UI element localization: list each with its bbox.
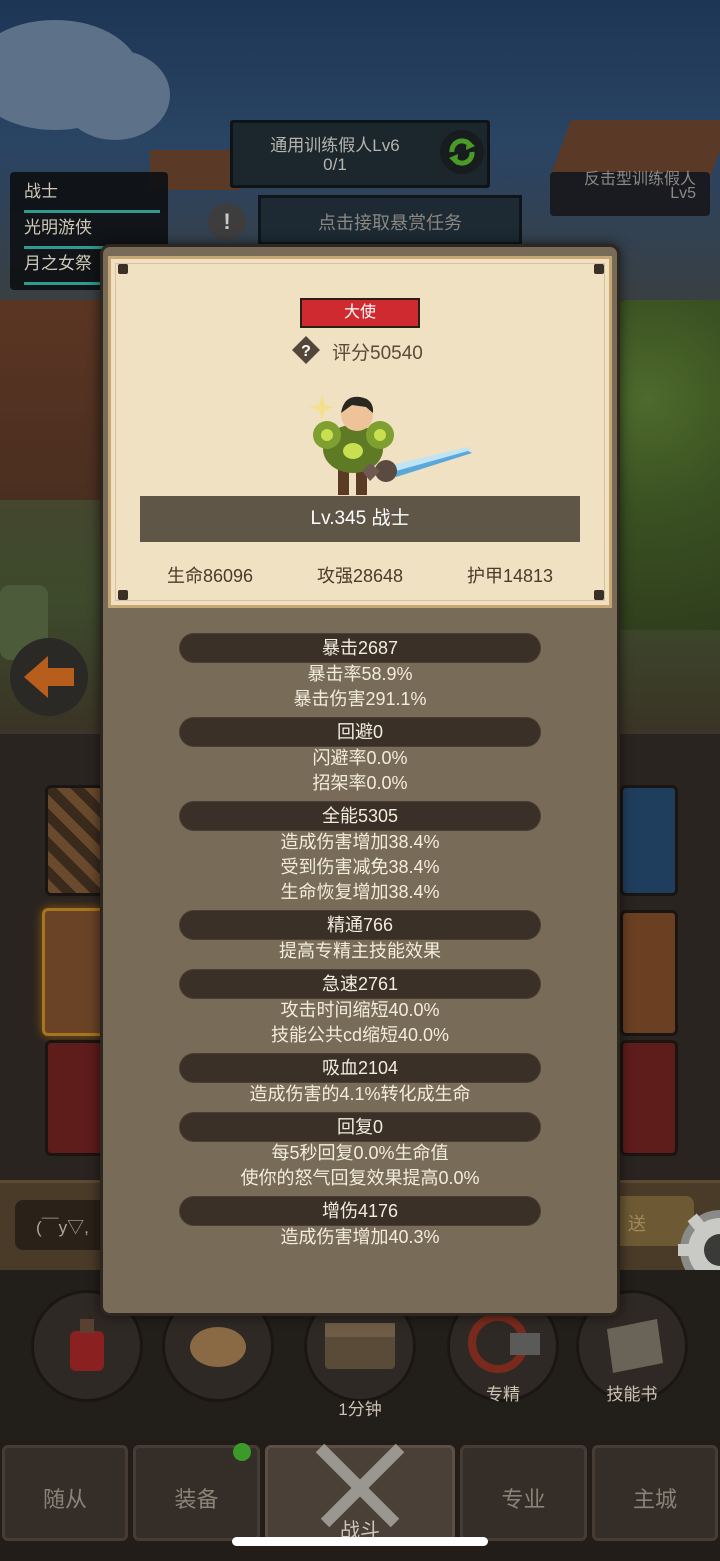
skill-slot[interactable] xyxy=(45,785,106,896)
attribute-detail: 受到伤害减免38.4% xyxy=(280,857,440,877)
attribute-header: 急速2761 xyxy=(180,970,540,998)
attribute-detail: 造成伤害增加38.4% xyxy=(280,832,440,852)
stat-health: 生命86096 xyxy=(166,566,254,586)
card-corner xyxy=(594,590,604,600)
skill-slot[interactable] xyxy=(620,1040,678,1156)
chat-text: (￣y▽, xyxy=(36,1218,89,1237)
tab-followers-label: 随从 xyxy=(42,1487,87,1512)
skill-slot[interactable] xyxy=(620,785,678,896)
tab-profession-label: 专业 xyxy=(501,1487,546,1512)
attribute-header: 回避0 xyxy=(180,718,540,746)
attribute-detail: 造成伤害增加40.3% xyxy=(280,1227,440,1247)
party-member-name: 月之女祭 xyxy=(24,254,92,273)
skill-slot-selected[interactable] xyxy=(42,908,106,1036)
quest-title: 通用训练假人Lv6 xyxy=(270,136,400,155)
attribute-detail: 使你的怒气回复效果提高0.0% xyxy=(240,1168,480,1188)
attribute-header: 暴击2687 xyxy=(180,634,540,662)
attribute-header: 增伤4176 xyxy=(180,1197,540,1225)
attribute-detail: 提高专精主技能效果 xyxy=(279,941,441,961)
quest-progress: 0/1 xyxy=(323,155,347,174)
attribute-header: 全能5305 xyxy=(180,802,540,830)
card-corner xyxy=(594,264,604,274)
bounty-alert-icon[interactable]: ! xyxy=(208,203,246,241)
score-label: 评分50540 xyxy=(332,343,423,364)
attribute-detail: 造成伤害的4.1%转化成生命 xyxy=(249,1084,471,1104)
attribute-detail: 每5秒回复0.0%生命值 xyxy=(271,1143,449,1163)
tab-equipment-label: 装备 xyxy=(174,1487,219,1512)
spec-label: 专精 xyxy=(486,1385,520,1404)
refresh-icon xyxy=(449,138,475,166)
skill-book-label: 技能书 xyxy=(606,1385,658,1404)
party-member[interactable]: 战士 xyxy=(24,176,160,213)
attribute-detail: 招架率0.0% xyxy=(312,773,408,793)
skill-slot[interactable] xyxy=(45,1040,106,1156)
timer-label: 1分钟 xyxy=(338,1400,382,1419)
attribute-header: 吸血2104 xyxy=(180,1054,540,1082)
send-button-label: 送 xyxy=(628,1214,646,1234)
svg-text:?: ? xyxy=(301,343,311,360)
notification-dot xyxy=(233,1443,251,1461)
skill-slot[interactable] xyxy=(620,910,678,1036)
enemy-level: Lv5 xyxy=(670,185,696,202)
party-member-name: 光明游侠 xyxy=(24,218,92,237)
attribute-header: 回复0 xyxy=(180,1113,540,1141)
attribute-detail: 攻击时间缩短40.0% xyxy=(280,1000,440,1020)
stat-attack-power: 攻强28648 xyxy=(316,566,404,586)
building-decoration xyxy=(0,300,110,500)
title-badge: 大使 xyxy=(300,298,420,328)
attribute-list: 暴击2687 暴击率58.9% 暴击伤害291.1% 回避0 闪避率0.0% 招架率0.0… xyxy=(102,634,618,1250)
attribute-detail: 暴击率58.9% xyxy=(307,664,413,684)
party-member-name: 战士 xyxy=(24,182,58,201)
card-corner xyxy=(118,264,128,274)
card-corner xyxy=(118,590,128,600)
left-arrow-icon xyxy=(24,656,74,698)
attribute-detail: 生命恢复增加38.4% xyxy=(280,882,440,902)
tab-main-city-label: 主城 xyxy=(632,1487,677,1512)
stat-armor: 护甲14813 xyxy=(466,566,554,586)
level-class-bar: Lv.345 战士 xyxy=(140,496,580,542)
character-sprite xyxy=(309,395,472,495)
attribute-detail: 暴击伤害291.1% xyxy=(293,689,427,709)
attribute-detail: 技能公共cd缩短40.0% xyxy=(270,1025,450,1045)
bounty-label: 点击接取悬赏任务 xyxy=(318,213,462,233)
attribute-header: 精通766 xyxy=(180,911,540,939)
cloud-decoration xyxy=(60,50,170,140)
refresh-button[interactable] xyxy=(440,130,484,174)
back-arrow-button[interactable] xyxy=(10,638,88,716)
question-diamond-icon[interactable]: ? xyxy=(291,335,321,365)
home-indicator[interactable] xyxy=(232,1537,488,1546)
attribute-detail: 闪避率0.0% xyxy=(312,748,408,768)
